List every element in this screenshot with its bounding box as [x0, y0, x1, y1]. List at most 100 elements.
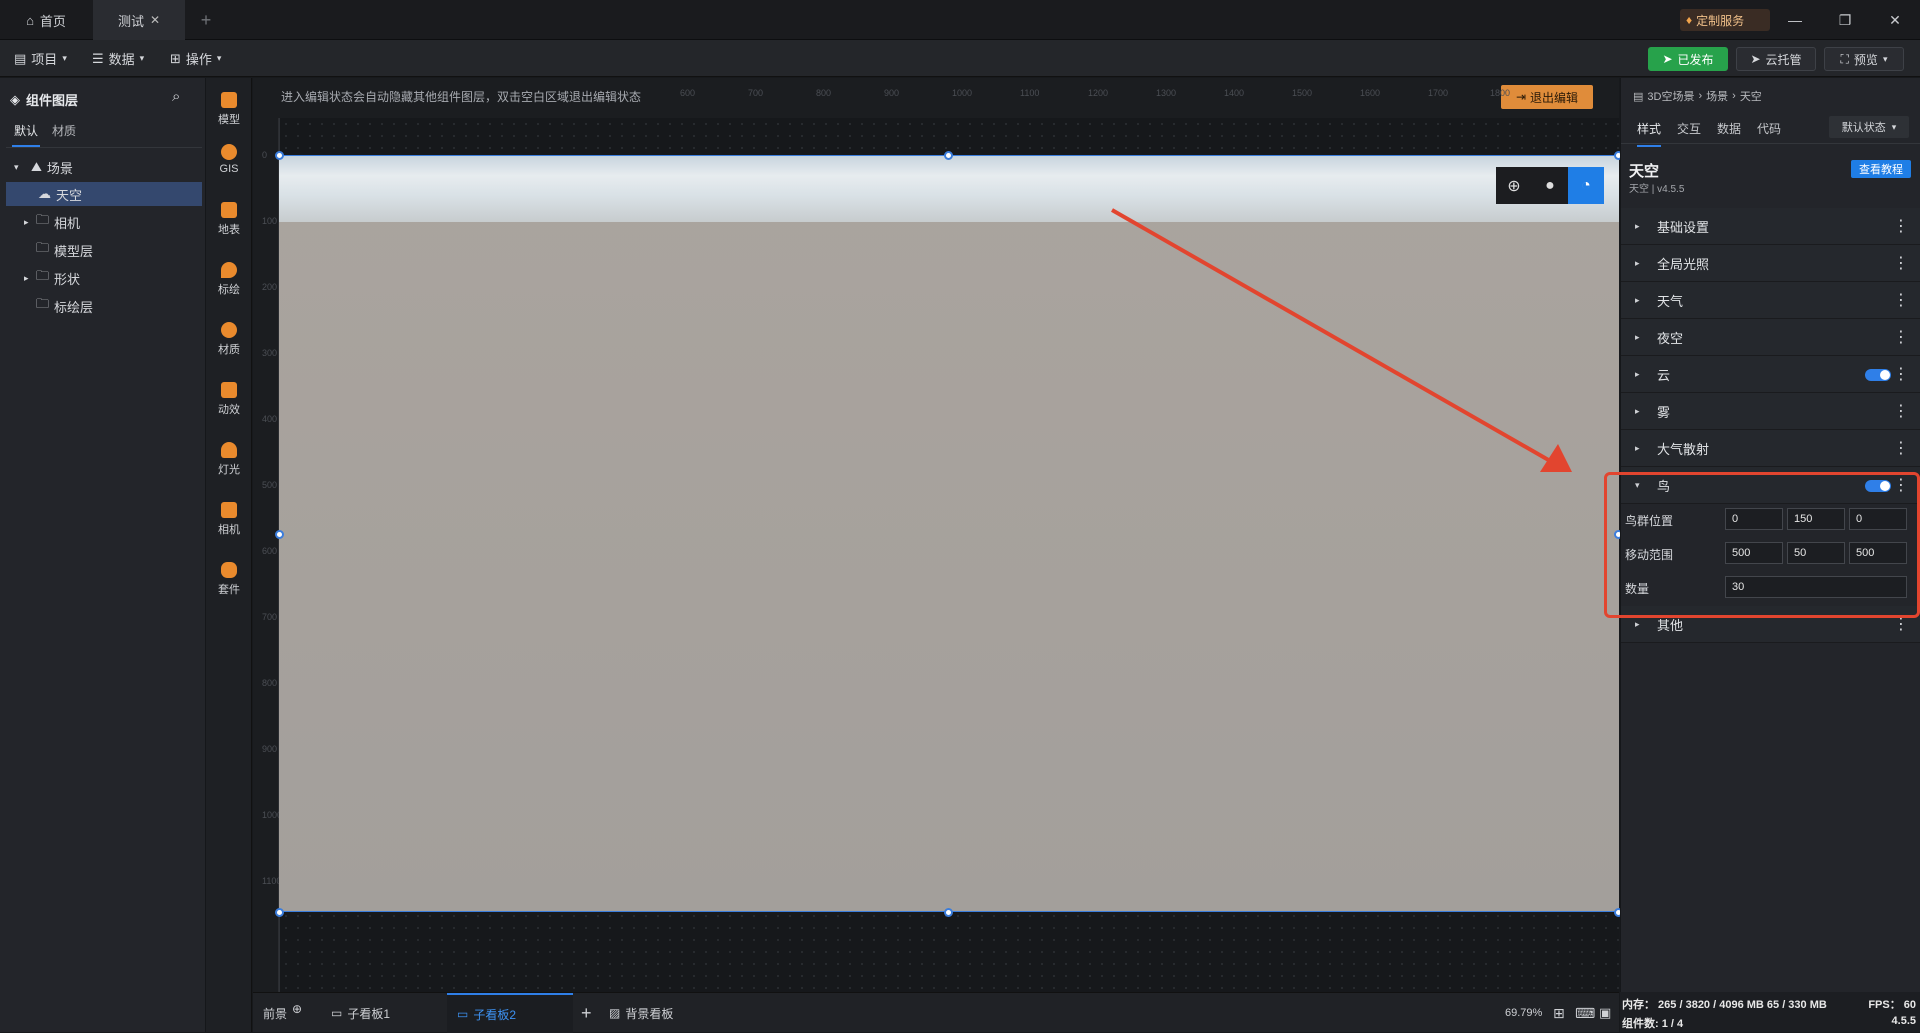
tab-default[interactable]: 默认 — [12, 122, 41, 147]
icon-btn-effect[interactable]: 动效 — [206, 374, 252, 424]
section-night-sky[interactable]: ▸ 夜空 ⋮ — [1621, 319, 1920, 356]
more-icon[interactable]: ⋮ — [1893, 253, 1909, 273]
component-icon-bar: 模型 GIS 地表 标绘 材质 动效 灯光 相机 套件 — [206, 78, 252, 1032]
sphere-view-icon[interactable]: ● — [1532, 167, 1568, 204]
section-global-light[interactable]: ▸ 全局光照 ⋮ — [1621, 245, 1920, 282]
breadcrumb-item[interactable]: 3D空场景 — [1647, 88, 1694, 104]
ruler-label: 600 — [262, 546, 278, 556]
menu-data-label: 数据 — [108, 52, 135, 67]
fit-screen-icon[interactable]: ⊞ — [1553, 993, 1565, 1033]
icon-btn-label: 套件 — [218, 583, 240, 596]
state-select[interactable]: 默认状态 ▾ — [1829, 116, 1909, 138]
ruler-label: 1800 — [1490, 88, 1511, 98]
close-icon[interactable]: ✕ — [150, 13, 160, 27]
menu-operation[interactable]: ⊞ 操作 ▾ — [164, 46, 227, 71]
icon-btn-terrain[interactable]: 地表 — [206, 194, 252, 244]
tree-item-scene[interactable]: ▾ ⛰ 场景 — [0, 155, 203, 179]
publish-button[interactable]: ➤ 已发布 — [1648, 47, 1728, 71]
chevron-down-icon: ▾ — [1882, 53, 1888, 64]
section-atmosphere[interactable]: ▸ 大气散射 ⋮ — [1621, 430, 1920, 467]
more-icon[interactable]: ⋮ — [1893, 290, 1909, 310]
search-icon[interactable]: ⌕ — [172, 88, 180, 105]
left-ruler-labels: 0 100 200 300 400 500 600 700 800 900 10… — [262, 150, 282, 940]
custom-service-label: 定制服务 — [1696, 13, 1745, 28]
tree-item-plot-layer[interactable]: 🗀 标绘层 — [0, 294, 203, 318]
tutorial-button[interactable]: 查看教程 — [1851, 160, 1911, 178]
tab-background-board[interactable]: ▨ 背景看板 — [609, 993, 673, 1033]
section-weather[interactable]: ▸ 天气 ⋮ — [1621, 282, 1920, 319]
close-window-icon: ✕ — [1889, 11, 1901, 28]
tab-foreground[interactable]: 前景 ⊕ — [263, 993, 302, 1033]
breadcrumb-item[interactable]: 天空 — [1740, 88, 1762, 104]
breadcrumb-item[interactable]: 场景 — [1706, 88, 1728, 104]
more-icon[interactable]: ⋮ — [1893, 438, 1909, 458]
section-fog[interactable]: ▸ 雾 ⋮ — [1621, 393, 1920, 430]
cloud-toggle[interactable] — [1865, 369, 1891, 381]
state-select-value: 默认状态 — [1841, 122, 1886, 134]
component-version: 天空 | v4.5.5 — [1629, 184, 1685, 195]
exit-edit-button[interactable]: ⇥ 退出编辑 — [1501, 85, 1593, 109]
layer-tabs: 默认 材质 — [6, 122, 202, 148]
tree-item-shape[interactable]: ▸ 🗀 形状 — [0, 266, 203, 290]
tab-style[interactable]: 样式 — [1637, 120, 1662, 147]
icon-btn-label: GIS — [219, 162, 239, 175]
tab-material[interactable]: 材质 — [52, 122, 76, 147]
resize-handle[interactable] — [275, 530, 284, 539]
section-basic-settings[interactable]: ▸ 基础设置 ⋮ — [1621, 208, 1920, 245]
tab-interaction[interactable]: 交互 — [1677, 120, 1701, 137]
ruler-label: 1100 — [1020, 88, 1040, 98]
minimize-button[interactable]: — — [1770, 0, 1820, 40]
icon-btn-light[interactable]: 灯光 — [206, 434, 252, 484]
preview-button[interactable]: ⛶ 预览 ▾ — [1824, 47, 1904, 71]
icon-btn-model[interactable]: 模型 — [206, 84, 252, 134]
scene-icon: ⛰ — [31, 159, 42, 174]
tab-sub-board-2[interactable]: ▭ 子看板2 — [447, 993, 573, 1033]
terminal-icon[interactable]: ▣ — [1599, 993, 1611, 1033]
icon-btn-gis[interactable]: GIS — [206, 134, 252, 184]
tab-test[interactable]: 测试 ✕ — [93, 0, 185, 40]
caret-right-icon: ▸ — [1635, 442, 1640, 453]
send-icon: ➤ — [1750, 52, 1761, 66]
tab-home[interactable]: ⌂ 首页 — [0, 0, 92, 40]
resize-handle[interactable] — [275, 908, 284, 917]
database-icon: ☰ — [92, 50, 104, 66]
icon-btn-camera[interactable]: 相机 — [206, 494, 252, 544]
more-icon[interactable]: ⋮ — [1893, 364, 1909, 384]
icon-btn-plot[interactable]: 标绘 — [206, 254, 252, 304]
icon-btn-kit[interactable]: 套件 — [206, 554, 252, 604]
tree-item-model-layer[interactable]: 🗀 模型层 — [0, 238, 203, 262]
add-board-button[interactable]: + — [581, 993, 592, 1033]
tab-code[interactable]: 代码 — [1757, 120, 1781, 137]
resize-handle[interactable] — [275, 151, 284, 160]
tab-sub-board-1[interactable]: ▭ 子看板1 — [321, 993, 421, 1033]
folder-icon: 🗀 — [36, 240, 50, 255]
folder-icon: 🗀 — [36, 268, 50, 283]
tab-data[interactable]: 数据 — [1717, 120, 1741, 137]
more-icon[interactable]: ⋮ — [1893, 216, 1909, 236]
model-icon — [221, 91, 237, 108]
view-controls: ⊕ ● ◔ — [1496, 167, 1604, 204]
resize-handle[interactable] — [944, 151, 953, 160]
tree-item-sky[interactable]: ☁ 天空 — [6, 182, 202, 206]
restore-button[interactable]: ❐ — [1820, 0, 1870, 40]
keyboard-icon[interactable]: ⌨ — [1575, 993, 1595, 1033]
tree-item-label: 场景 — [46, 160, 73, 176]
close-window-button[interactable]: ✕ — [1870, 0, 1920, 40]
cloud-hosting-button[interactable]: ➤ 云托管 — [1736, 47, 1816, 71]
custom-service-button[interactable]: ♦ 定制服务 — [1680, 9, 1770, 31]
resize-handle[interactable] — [944, 908, 953, 917]
add-tab-button[interactable]: + — [196, 0, 216, 40]
zoom-level[interactable]: 69.79% — [1505, 993, 1542, 1033]
more-icon[interactable]: ⋮ — [1893, 401, 1909, 421]
menu-project[interactable]: ▤ 项目 ▾ — [8, 46, 73, 71]
menu-data[interactable]: ☰ 数据 ▾ — [86, 46, 150, 71]
tree-item-camera[interactable]: ▸ 🗀 相机 — [0, 210, 203, 234]
globe-view-icon[interactable]: ⊕ — [1496, 167, 1532, 204]
add-circle-icon[interactable]: ⊕ — [292, 1002, 302, 1016]
component-count: 组件数: 1 / 4 — [1622, 1018, 1684, 1030]
section-cloud[interactable]: ▸ 云 ⋮ — [1621, 356, 1920, 393]
more-icon[interactable]: ⋮ — [1893, 327, 1909, 347]
ruler-label: 1700 — [1428, 88, 1449, 98]
rotate-view-icon[interactable]: ◔ — [1568, 167, 1604, 204]
icon-btn-material[interactable]: 材质 — [206, 314, 252, 364]
